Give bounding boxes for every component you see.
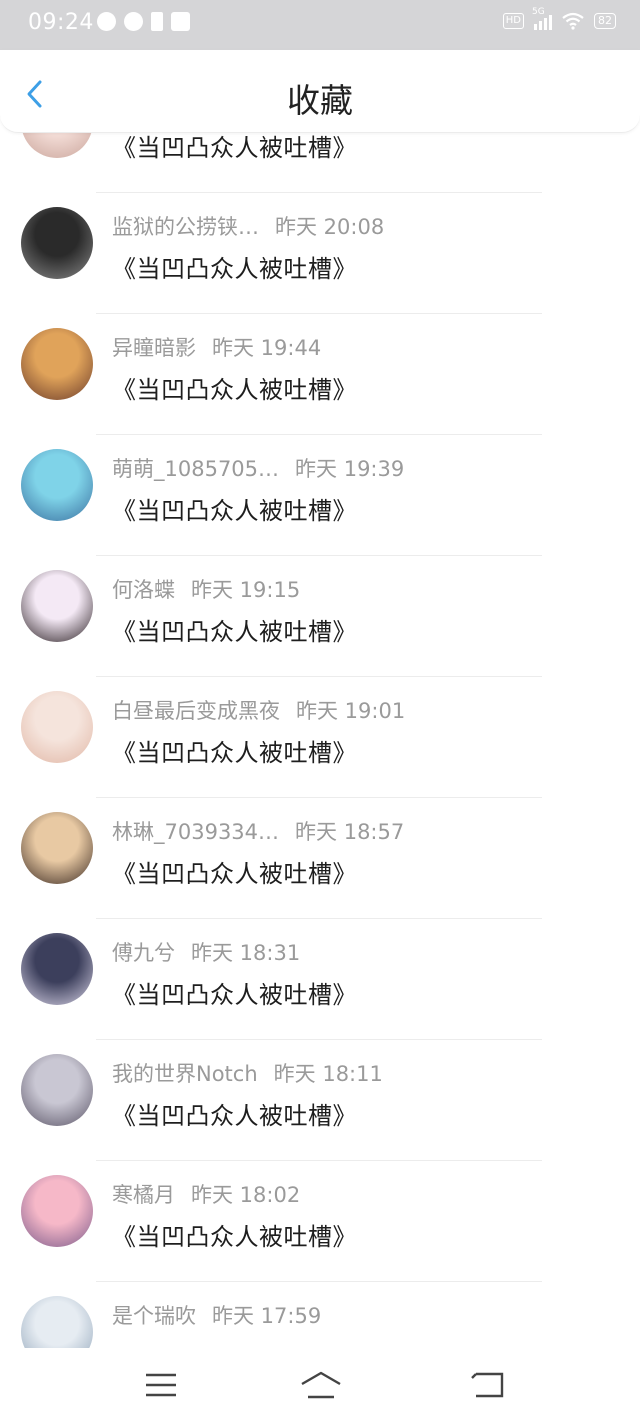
menu-button[interactable]	[143, 1370, 179, 1400]
author-name[interactable]: 林琳_7039334…	[112, 816, 279, 846]
avatar[interactable]	[21, 449, 93, 521]
wifi-icon	[562, 12, 584, 30]
status-bar: 09:24 HD 5G 82	[0, 0, 640, 50]
list-item[interactable]: 寒橘月 昨天 18:02 《当凹凸众人被吐槽》	[0, 1161, 640, 1282]
status-time: 09:24	[28, 10, 94, 35]
back-icon	[471, 1372, 504, 1398]
author-name[interactable]: 白昼最后变成黑夜	[112, 695, 280, 725]
home-icon	[301, 1371, 341, 1399]
post-title[interactable]: 《当凹凸众人被吐槽》	[112, 128, 357, 163]
avatar[interactable]	[21, 812, 93, 884]
system-back-button[interactable]	[470, 1370, 506, 1400]
post-title[interactable]: 《当凹凸众人被吐槽》	[112, 370, 357, 405]
list-item[interactable]: 白昼最后变成黑夜 昨天 19:01 《当凹凸众人被吐槽》	[0, 677, 640, 798]
item-meta: 我的世界Notch 昨天 18:11	[112, 1058, 383, 1088]
page-title: 收藏	[287, 81, 353, 120]
list-item[interactable]: 傅九兮 昨天 18:31 《当凹凸众人被吐槽》	[0, 919, 640, 1040]
list-item[interactable]: 林琳_7039334… 昨天 18:57 《当凹凸众人被吐槽》	[0, 798, 640, 919]
system-nav-bar	[0, 1348, 640, 1422]
avatar[interactable]	[21, 1054, 93, 1126]
post-title[interactable]: 《当凹凸众人被吐槽》	[112, 249, 357, 284]
item-meta: 异瞳暗影 昨天 19:44	[112, 332, 321, 362]
post-time: 昨天 19:39	[295, 457, 405, 481]
item-meta: 是个瑞吹 昨天 17:59	[112, 1300, 321, 1330]
avatar[interactable]	[21, 1296, 93, 1348]
avatar[interactable]	[21, 328, 93, 400]
post-time: 昨天 18:57	[295, 820, 405, 844]
list-item[interactable]: 是个瑞吹 昨天 17:59	[0, 1282, 640, 1348]
avatar[interactable]	[21, 207, 93, 279]
post-title[interactable]: 《当凹凸众人被吐槽》	[112, 1096, 357, 1131]
item-meta: 白昼最后变成黑夜 昨天 19:01	[112, 695, 405, 725]
author-name[interactable]: 我的世界Notch	[112, 1058, 258, 1088]
post-time: 昨天 18:31	[191, 941, 301, 965]
compass-icon	[97, 12, 116, 31]
tiktok-icon	[151, 12, 163, 31]
list-item[interactable]: 我的世界Notch 昨天 18:11 《当凹凸众人被吐槽》	[0, 1040, 640, 1161]
author-name[interactable]: 是个瑞吹	[112, 1300, 196, 1330]
item-meta: 萌萌_1085705… 昨天 19:39	[112, 453, 404, 483]
hd-badge: HD	[502, 13, 524, 29]
item-meta: 何洛蝶 昨天 19:15	[112, 574, 300, 604]
list-item[interactable]: 何洛蝶 昨天 19:15 《当凹凸众人被吐槽》	[0, 556, 640, 677]
avatar[interactable]	[21, 570, 93, 642]
author-name[interactable]: 何洛蝶	[112, 574, 175, 604]
author-name[interactable]: 萌萌_1085705…	[112, 453, 279, 483]
avatar[interactable]	[21, 933, 93, 1005]
network-type: 5G	[532, 7, 545, 17]
post-time: 昨天 20:08	[275, 215, 385, 239]
post-time: 昨天 17:59	[212, 1304, 322, 1328]
status-app-icons	[97, 12, 190, 31]
list-item[interactable]: 萌萌_1085705… 昨天 19:39 《当凹凸众人被吐槽》	[0, 435, 640, 556]
post-title[interactable]: 《当凹凸众人被吐槽》	[112, 612, 357, 647]
avatar[interactable]	[21, 691, 93, 763]
post-time: 昨天 19:15	[191, 578, 301, 602]
list-item[interactable]: 异瞳暗影 昨天 19:44 《当凹凸众人被吐槽》	[0, 314, 640, 435]
author-name[interactable]: 寒橘月	[112, 1179, 175, 1209]
item-meta: 傅九兮 昨天 18:31	[112, 937, 300, 967]
menu-icon	[146, 1373, 176, 1397]
post-title[interactable]: 《当凹凸众人被吐槽》	[112, 491, 357, 526]
item-meta: 监狱的公捞铗… 昨天 20:08	[112, 211, 384, 241]
post-title[interactable]: 《当凹凸众人被吐槽》	[112, 854, 357, 889]
post-time: 昨天 19:01	[296, 699, 406, 723]
favorites-list: 《当凹凸众人被吐槽》 监狱的公捞铗… 昨天 20:08 《当凹凸众人被吐槽》 异瞳暗影昨…	[0, 90, 640, 1348]
battery-indicator: 82	[594, 13, 616, 29]
avatar[interactable]	[21, 1175, 93, 1247]
post-title[interactable]: 《当凹凸众人被吐槽》	[112, 975, 357, 1010]
item-meta: 林琳_7039334… 昨天 18:57	[112, 816, 404, 846]
signal-icon: 5G	[532, 7, 552, 30]
list-item[interactable]: 监狱的公捞铗… 昨天 20:08 《当凹凸众人被吐槽》	[0, 193, 640, 314]
author-name[interactable]: 傅九兮	[112, 937, 175, 967]
post-time: 昨天 19:44	[212, 336, 322, 360]
author-name[interactable]: 监狱的公捞铗…	[112, 211, 259, 241]
header: 收藏	[0, 50, 640, 133]
item-meta: 寒橘月 昨天 18:02	[112, 1179, 300, 1209]
status-indicators: HD 5G 82	[502, 7, 616, 30]
author-name[interactable]: 异瞳暗影	[112, 332, 196, 362]
post-time: 昨天 18:11	[273, 1062, 383, 1086]
app-grid-icon	[171, 12, 190, 31]
weather-icon	[124, 12, 143, 31]
post-time: 昨天 18:02	[191, 1183, 301, 1207]
post-title[interactable]: 《当凹凸众人被吐槽》	[112, 1217, 357, 1252]
post-title[interactable]: 《当凹凸众人被吐槽》	[112, 733, 357, 768]
home-button[interactable]	[299, 1370, 343, 1400]
